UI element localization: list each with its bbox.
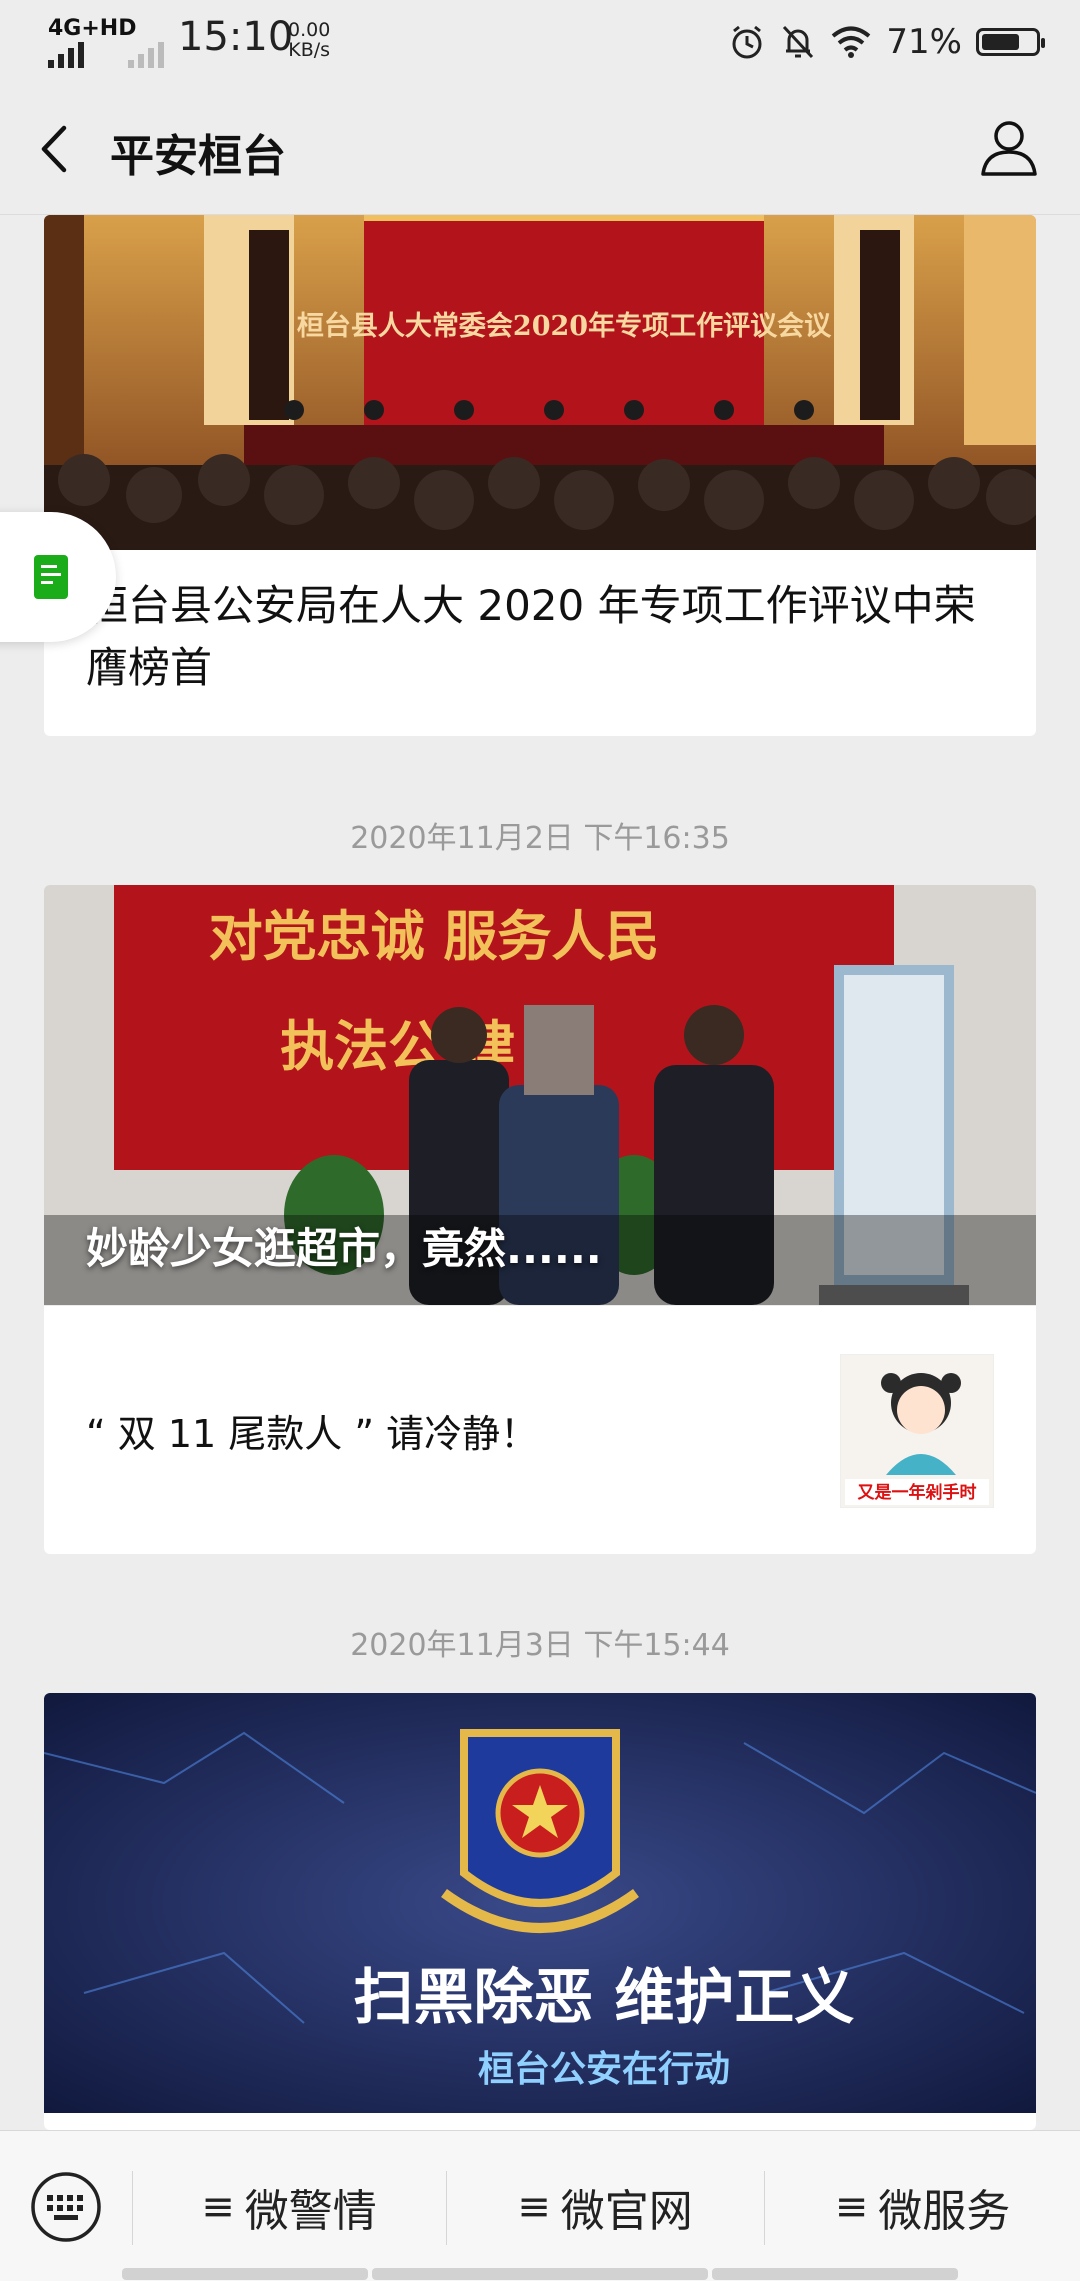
banner-subheadline: 桓台公安在行动 xyxy=(478,2049,730,2090)
article-cover-image[interactable]: 桓台县人大常委会2020年专项工作评议会议 xyxy=(44,215,1036,550)
divider xyxy=(44,1305,1036,1306)
article-cover-image[interactable]: 扫黑除恶 维护正义 桓台公安在行动 xyxy=(44,1693,1036,2113)
article-card[interactable]: 扫黑除恶 维护正义 桓台公安在行动 xyxy=(44,1693,1036,2130)
network-type: 4G+HD xyxy=(48,16,137,41)
mute-bell-icon xyxy=(783,25,814,59)
battery-icon xyxy=(976,28,1045,56)
wifi-icon xyxy=(832,26,871,58)
network-speed: 0.00 KB/s xyxy=(288,20,330,60)
menu-label: 微官网 xyxy=(560,2186,693,2237)
menu-weifuwu[interactable]: ≡ 微服务 xyxy=(765,2167,1080,2247)
alarm-icon xyxy=(732,25,762,59)
back-icon[interactable] xyxy=(34,122,74,176)
signal-secondary-icon xyxy=(128,42,164,68)
article-title[interactable]: 桓台县公安局在人大 2020 年专项工作评议中荣膺榜首 xyxy=(86,575,994,699)
keyboard-icon[interactable] xyxy=(30,2171,102,2243)
article-card[interactable]: 桓台县人大常委会2020年专项工作评议会议 桓台县公安局在人大 2020 年专项… xyxy=(44,215,1036,736)
message-timestamp: 2020年11月2日 下午16:35 xyxy=(350,821,730,856)
gesture-hint xyxy=(712,2268,958,2280)
menu-label: 微警情 xyxy=(244,2186,377,2237)
article-overlay-title[interactable]: 妙龄少女逛超市，竟然...... xyxy=(86,1215,602,1276)
banner-headline: 扫黑除恶 维护正义 xyxy=(354,1963,855,2033)
banner-slogan-line1: 对党忠诚 服务人民 xyxy=(209,904,660,968)
menu-list-icon: ≡ xyxy=(834,2184,869,2230)
menu-list-icon: ≡ xyxy=(201,2184,235,2230)
bottom-menu-bar: ≡ 微警情 ≡ 微官网 ≡ 微服务 xyxy=(0,2130,1080,2281)
status-icons: 71% xyxy=(728,16,1045,68)
page-title: 平安桓台 xyxy=(110,131,286,182)
menu-label: 微服务 xyxy=(878,2186,1011,2237)
network-speed-unit: KB/s xyxy=(288,39,331,61)
menu-weijingqing[interactable]: ≡ 微警情 xyxy=(133,2167,445,2247)
gesture-hint xyxy=(372,2268,708,2280)
conference-banner-text: 桓台县人大常委会2020年专项工作评议会议 xyxy=(297,310,832,342)
gesture-hint xyxy=(122,2268,368,2280)
signal-icon xyxy=(48,42,84,68)
sub-article-title[interactable]: “ 双 11 尾款人 ” 请冷静！ xyxy=(86,1403,538,1458)
clock: 15:10 xyxy=(178,14,294,60)
user-icon[interactable] xyxy=(978,116,1040,178)
app-header: 平安桓台 xyxy=(0,84,1080,215)
menu-weiguanwang[interactable]: ≡ 微官网 xyxy=(447,2167,763,2247)
status-bar: 4G+HD 15:10 0.00 KB/s 71% xyxy=(0,0,1080,84)
message-feed[interactable]: 桓台县人大常委会2020年专项工作评议会议 桓台县公安局在人大 2020 年专项… xyxy=(0,215,1080,2130)
sub-article-thumbnail[interactable]: 又是一年剁手时 xyxy=(840,1354,994,1508)
menu-list-icon: ≡ xyxy=(517,2184,551,2230)
network-speed-value: 0.00 xyxy=(288,19,331,41)
article-card[interactable]: 对党忠诚 服务人民 执法公 律 明 妙龄少女逛超市，竟然...... “ 双 1 xyxy=(44,885,1036,1554)
message-timestamp: 2020年11月3日 下午15:44 xyxy=(350,1628,730,1663)
document-icon xyxy=(34,555,68,599)
battery-percentage: 71% xyxy=(886,22,962,62)
thumbnail-caption: 又是一年剁手时 xyxy=(858,1482,977,1503)
battery-fill xyxy=(982,34,1019,50)
